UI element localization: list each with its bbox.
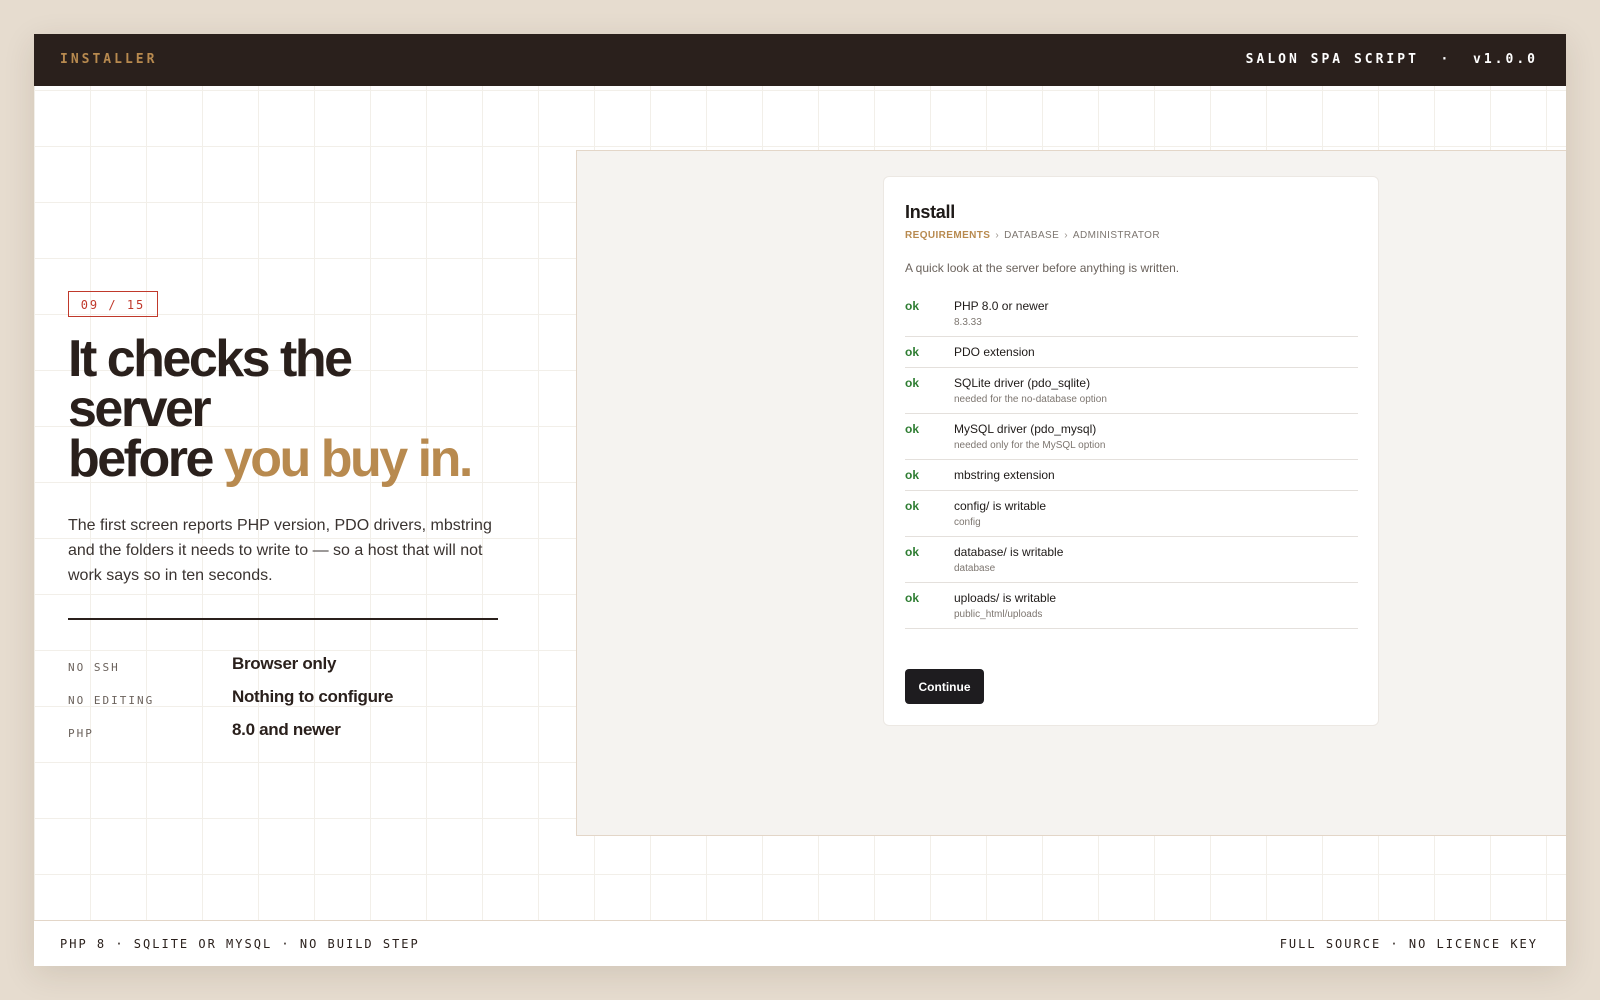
install-card: Install REQUIREMENTS › DATABASE › ADMINISTRA… (883, 176, 1379, 726)
requirement-detail: 8.3.33 (954, 317, 982, 328)
spec-value: 8.0 and newer (232, 720, 341, 739)
requirement-label: database/ is writable (954, 545, 1064, 559)
spec-key: NO EDITING (68, 694, 155, 707)
status-ok: ok (905, 499, 920, 513)
spec-row: NO EDITING Nothing to configure (68, 687, 508, 717)
requirement-label: SQLite driver (pdo_sqlite) (954, 376, 1091, 390)
requirement-detail: needed only for the MySQL option (954, 440, 1106, 451)
spec-value: Nothing to configure (232, 687, 394, 706)
spec-row: PHP 8.0 and newer (68, 720, 508, 750)
install-steps-breadcrumb: REQUIREMENTS › DATABASE › ADMINISTRATOR (905, 230, 1160, 241)
requirement-row: ok uploads/ is writable public_html/uplo… (905, 583, 1358, 629)
installer-label: INSTALLER (60, 52, 158, 67)
requirement-detail: public_html/uploads (954, 609, 1043, 620)
requirement-label: uploads/ is writable (954, 591, 1057, 605)
requirement-label: PHP 8.0 or newer (954, 299, 1049, 313)
requirement-row: ok MySQL driver (pdo_mysql) needed only … (905, 414, 1358, 460)
requirement-row: ok mbstring extension (905, 460, 1358, 491)
slide-headline: It checks the server before you buy in. (68, 333, 538, 485)
requirement-label: PDO extension (954, 345, 1035, 359)
divider-line (68, 618, 498, 620)
footer-licence-note: FULL SOURCE · NO LICENCE KEY (1279, 937, 1538, 951)
status-ok: ok (905, 468, 920, 482)
bottom-bar: PHP 8 · SQLITE OR MYSQL · NO BUILD STEP … (34, 920, 1566, 966)
requirement-row: ok config/ is writable config (905, 491, 1358, 537)
breadcrumb-separator: › (995, 230, 1000, 241)
status-ok: ok (905, 299, 920, 313)
spec-key: NO SSH (68, 661, 120, 674)
product-version-label: SALON SPA SCRIPT · v1.0.0 (1245, 52, 1538, 67)
spec-key: PHP (68, 727, 94, 740)
status-ok: ok (905, 545, 920, 559)
requirement-label: MySQL driver (pdo_mysql) (954, 422, 1097, 436)
slide-description: The first screen reports PHP version, PD… (68, 517, 492, 584)
step-requirements[interactable]: REQUIREMENTS (905, 230, 990, 241)
status-ok: ok (905, 591, 920, 605)
status-ok: ok (905, 376, 920, 390)
requirement-detail: needed for the no-database option (954, 394, 1107, 405)
step-administrator[interactable]: ADMINISTRATOR (1073, 230, 1160, 241)
step-database[interactable]: DATABASE (1004, 230, 1059, 241)
requirement-row: ok SQLite driver (pdo_sqlite) needed for… (905, 368, 1358, 414)
requirement-label: mbstring extension (954, 468, 1055, 482)
install-title: Install (905, 202, 955, 222)
requirement-detail: config (954, 517, 981, 528)
requirement-detail: database (954, 563, 996, 574)
headline-line-3: before (68, 430, 224, 488)
continue-button[interactable]: Continue (905, 669, 984, 704)
requirement-row: ok PHP 8.0 or newer 8.3.33 (905, 291, 1358, 337)
requirements-list: ok PHP 8.0 or newer 8.3.33 ok PDO extens… (905, 291, 1358, 629)
installer-screenshot: Install REQUIREMENTS › DATABASE › ADMINISTRA… (576, 150, 1566, 836)
requirement-label: config/ is writable (954, 499, 1047, 513)
footer-tech-summary: PHP 8 · SQLITE OR MYSQL · NO BUILD STEP (60, 937, 420, 951)
requirement-row: ok database/ is writable database (905, 537, 1358, 583)
status-ok: ok (905, 422, 920, 436)
spec-value: Browser only (232, 654, 337, 673)
slide-frame: INSTALLER SALON SPA SCRIPT · v1.0.0 09 /… (34, 34, 1566, 966)
spec-row: NO SSH Browser only (68, 654, 508, 684)
slide-counter-badge: 09 / 15 (68, 291, 158, 317)
status-ok: ok (905, 345, 920, 359)
breadcrumb-separator: › (1064, 230, 1068, 241)
top-bar: INSTALLER SALON SPA SCRIPT · v1.0.0 (34, 34, 1566, 86)
headline-accent: you buy in. (223, 430, 473, 488)
requirement-row: ok PDO extension (905, 337, 1358, 368)
install-intro-text: A quick look at the server before anythi… (905, 261, 1180, 275)
